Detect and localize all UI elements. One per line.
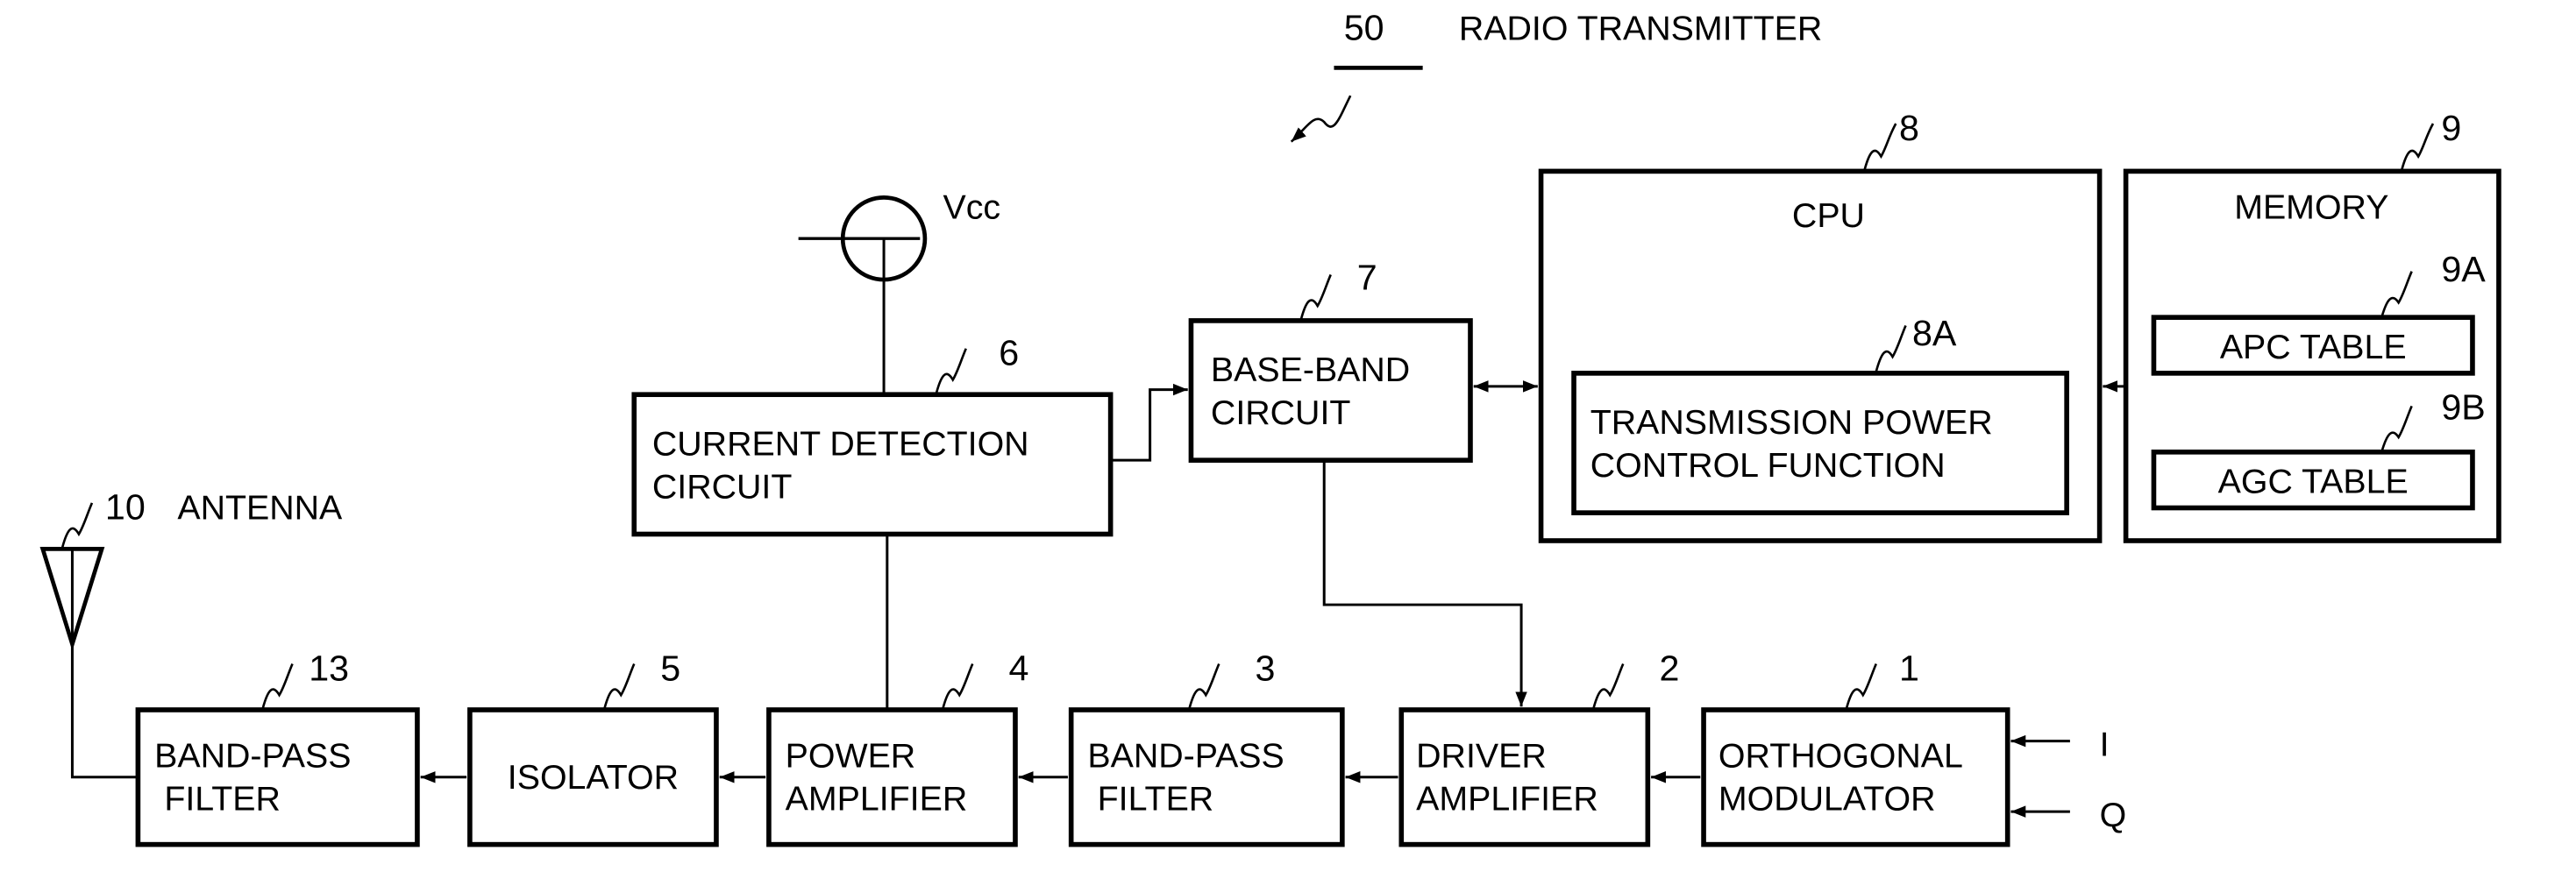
pa-ref: 4: [1008, 648, 1028, 688]
bpf3-label-line1: BAND-PASS: [1087, 737, 1284, 776]
driver-label-line1: DRIVER: [1416, 737, 1547, 776]
modulator-ref: 1: [1899, 648, 1919, 688]
tpc-label-line1: TRANSMISSION POWER: [1590, 403, 1993, 442]
current-detection-ref: 6: [999, 332, 1019, 372]
bpf13-ref: 13: [309, 648, 349, 688]
baseband-to-driver-arrow: [1322, 460, 1527, 707]
driver-amplifier-block: DRIVER AMPLIFIER 2: [1398, 648, 1679, 847]
antenna-feed-wire: [70, 644, 139, 779]
tpc-label-line2: CONTROL FUNCTION: [1590, 446, 1946, 485]
radio-transmitter-block-diagram: 50 RADIO TRANSMITTER Vcc CPU 8 TRANSMISS…: [39, 8, 2501, 847]
agc-table-ref: 9B: [2441, 386, 2485, 427]
current-detection-label-line2: CIRCUIT: [652, 467, 792, 506]
baseband-block: BASE-BAND CIRCUIT 7: [1188, 257, 1473, 463]
antenna-label: ANTENNA: [177, 489, 343, 528]
title-ref: 50: [1344, 8, 1384, 48]
memory-ref: 9: [2441, 108, 2461, 148]
pa-label-line2: AMPLIFIER: [786, 779, 968, 818]
modulator-label-line2: MODULATOR: [1719, 779, 1936, 818]
title-label: RADIO TRANSMITTER: [1459, 10, 1822, 48]
agc-table-label: AGC TABLE: [2218, 463, 2409, 501]
cpu-label: CPU: [1792, 196, 1865, 235]
isolator-ref: 5: [660, 648, 680, 688]
power-amplifier-block: POWER AMPLIFIER 4: [766, 648, 1028, 847]
bpf3-label-line2: FILTER: [1098, 779, 1214, 818]
vcc-label: Vcc: [943, 188, 1001, 227]
cpu-ref: 8: [1899, 108, 1919, 148]
tpc-ref: 8A: [1912, 313, 1957, 353]
bandpass-filter-3-block: BAND-PASS FILTER 3: [1068, 648, 1345, 847]
driver-label-line2: AMPLIFIER: [1416, 779, 1598, 818]
title-leader-arrow: [1290, 95, 1352, 143]
vcc-supply: Vcc: [798, 188, 1001, 395]
memory-label: MEMORY: [2234, 188, 2388, 227]
driver-ref: 2: [1659, 648, 1679, 688]
q-input-label: Q: [2100, 796, 2127, 834]
bandpass-filter-13-block: BAND-PASS FILTER 13: [135, 648, 420, 847]
current-detection-block: CURRENT DETECTION CIRCUIT 6: [631, 332, 1114, 537]
isolator-label: ISOLATOR: [508, 758, 679, 797]
bpf13-label-line2: FILTER: [164, 779, 281, 818]
modulator-label-line1: ORTHOGONAL: [1719, 737, 1963, 776]
diagram-title: 50 RADIO TRANSMITTER: [1290, 8, 1822, 143]
current-detection-to-baseband-arrow: [1110, 383, 1188, 462]
orthogonal-modulator-block: ORTHOGONAL MODULATOR 1: [1701, 648, 2010, 847]
baseband-label-line1: BASE-BAND: [1211, 351, 1410, 389]
isolator-block: ISOLATOR 5: [467, 648, 719, 847]
pa-label-line1: POWER: [786, 737, 916, 776]
baseband-label-line2: CIRCUIT: [1211, 393, 1350, 432]
current-detection-label-line1: CURRENT DETECTION: [652, 425, 1029, 464]
bpf13-label-line1: BAND-PASS: [154, 737, 351, 776]
apc-table-ref: 9A: [2441, 249, 2486, 289]
antenna-ref: 10: [105, 487, 146, 528]
apc-table-label: APC TABLE: [2220, 328, 2407, 366]
bpf3-ref: 3: [1256, 648, 1276, 688]
i-input-label: I: [2100, 725, 2110, 763]
baseband-ref: 7: [1357, 257, 1377, 297]
